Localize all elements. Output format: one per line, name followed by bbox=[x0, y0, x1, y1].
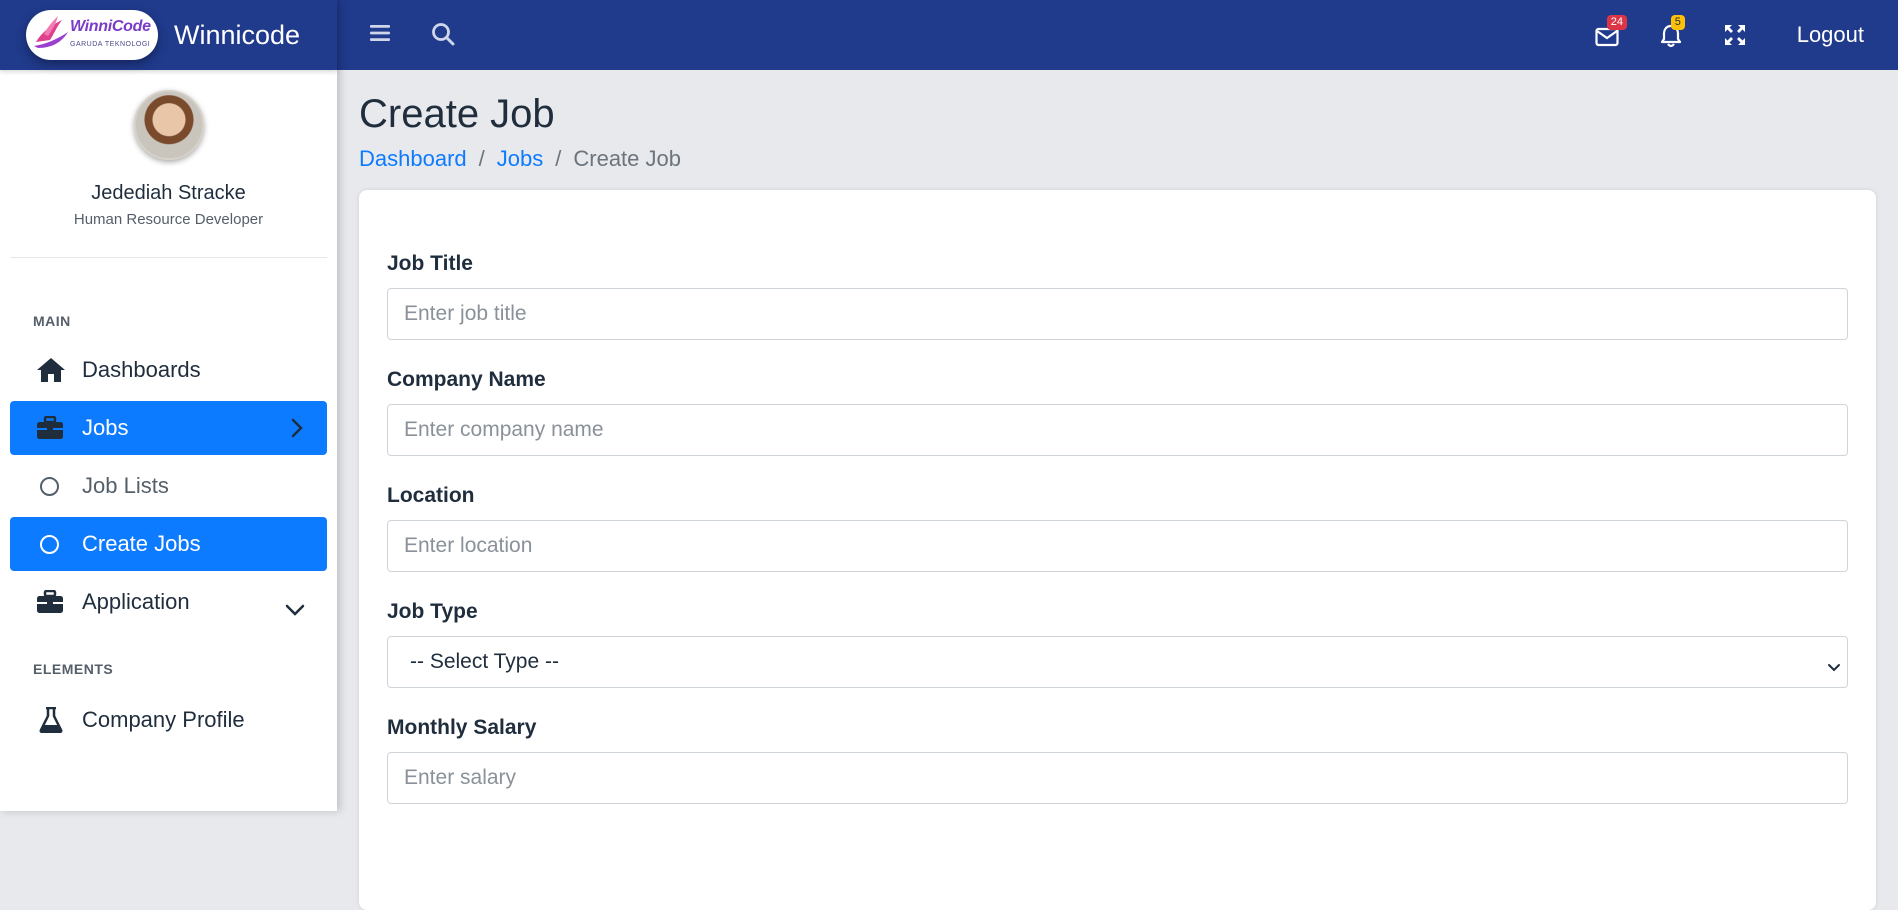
sidebar-item-label: Dashboards bbox=[82, 357, 201, 382]
menu-toggle-button[interactable] bbox=[369, 22, 391, 44]
company-name-group: Company Name bbox=[387, 366, 1848, 456]
circle-icon bbox=[40, 476, 59, 496]
briefcase-icon bbox=[36, 416, 68, 440]
sidebar-item-application[interactable]: Application bbox=[10, 575, 327, 629]
breadcrumb-jobs-link[interactable]: Jobs bbox=[497, 146, 543, 172]
expand-arrows-icon bbox=[1724, 25, 1745, 45]
envelope-icon bbox=[1595, 27, 1619, 47]
home-icon bbox=[36, 357, 68, 383]
flask-icon bbox=[36, 707, 68, 733]
sidebar-item-label: Job Lists bbox=[82, 473, 169, 498]
messages-button[interactable]: 24 bbox=[1595, 15, 1627, 47]
navbar-right: 24 5 Logout bbox=[1595, 0, 1898, 70]
chevron-down-icon bbox=[1827, 655, 1841, 679]
create-job-card: Job Title Company Name Location Job Type… bbox=[359, 190, 1876, 910]
sidebar-item-create-jobs[interactable]: Create Jobs bbox=[10, 517, 327, 571]
sidebar-item-label: Application bbox=[82, 589, 190, 614]
sidebar: WinniCode GARUDA TEKNOLOGI Winnicode Jed… bbox=[0, 0, 337, 811]
main-content: Create Job Dashboard / Jobs / Create Job… bbox=[337, 70, 1898, 910]
company-name-label: Company Name bbox=[387, 368, 546, 391]
create-job-form: Job Title Company Name Location Job Type… bbox=[387, 250, 1848, 804]
sidebar-item-jobs[interactable]: Jobs bbox=[10, 401, 327, 455]
location-group: Location bbox=[387, 482, 1848, 572]
job-title-group: Job Title bbox=[387, 250, 1848, 340]
circle-icon bbox=[40, 534, 59, 554]
page-title: Create Job bbox=[359, 92, 555, 136]
job-type-label: Job Type bbox=[387, 600, 478, 623]
search-button[interactable] bbox=[431, 22, 455, 46]
breadcrumb: Dashboard / Jobs / Create Job bbox=[359, 146, 681, 172]
breadcrumb-dashboard-link[interactable]: Dashboard bbox=[359, 146, 467, 172]
brand-name[interactable]: Winnicode bbox=[174, 20, 300, 51]
job-type-group: Job Type -- Select Type -- bbox=[387, 598, 1848, 688]
job-title-label: Job Title bbox=[387, 252, 473, 275]
user-panel: Jedediah Stracke Human Resource Develope… bbox=[10, 70, 327, 258]
fullscreen-button[interactable] bbox=[1723, 23, 1747, 47]
brand[interactable]: WinniCode GARUDA TEKNOLOGI Winnicode bbox=[0, 0, 337, 70]
logo-tagline: GARUDA TEKNOLOGI bbox=[70, 41, 151, 48]
location-label: Location bbox=[387, 484, 475, 507]
notifications-button[interactable]: 5 bbox=[1659, 15, 1685, 48]
job-type-select[interactable]: -- Select Type -- bbox=[387, 636, 1848, 688]
sidebar-item-label: Jobs bbox=[82, 415, 129, 440]
monthly-salary-input[interactable] bbox=[387, 752, 1848, 804]
job-title-input[interactable] bbox=[387, 288, 1848, 340]
top-navbar: 24 5 Logout bbox=[337, 0, 1898, 70]
breadcrumb-current: Create Job bbox=[573, 146, 681, 171]
logout-link[interactable]: Logout bbox=[1797, 22, 1864, 48]
avatar[interactable] bbox=[133, 90, 204, 160]
breadcrumb-separator: / bbox=[555, 146, 562, 171]
sidebar-item-dashboards[interactable]: Dashboards bbox=[10, 343, 327, 397]
job-type-selected-value: -- Select Type -- bbox=[410, 650, 559, 673]
monthly-salary-group: Monthly Salary bbox=[387, 714, 1848, 804]
company-name-input[interactable] bbox=[387, 404, 1848, 456]
messages-count-badge: 24 bbox=[1606, 15, 1627, 30]
sidebar-item-company-profile[interactable]: Company Profile bbox=[10, 693, 327, 747]
search-icon bbox=[432, 23, 455, 46]
briefcase-icon bbox=[36, 590, 68, 614]
user-name[interactable]: Jedediah Stracke bbox=[10, 182, 327, 205]
user-role: Human Resource Developer bbox=[73, 211, 264, 228]
chevron-down-icon bbox=[285, 596, 305, 622]
logo-wordmark: WinniCode bbox=[70, 18, 151, 35]
monthly-salary-label: Monthly Salary bbox=[387, 716, 537, 739]
brand-logo: WinniCode GARUDA TEKNOLOGI bbox=[26, 10, 158, 60]
location-input[interactable] bbox=[387, 520, 1848, 572]
sidebar-item-job-lists[interactable]: Job Lists bbox=[10, 459, 327, 513]
nav-header-elements: ELEMENTS bbox=[33, 661, 114, 677]
logo-bird-icon bbox=[34, 16, 68, 48]
sidebar-item-label: Create Jobs bbox=[82, 531, 201, 556]
sidebar-item-label: Company Profile bbox=[82, 707, 245, 732]
chevron-right-icon bbox=[291, 418, 303, 444]
breadcrumb-separator: / bbox=[478, 146, 485, 171]
hamburger-icon bbox=[370, 25, 390, 41]
notifications-count-badge: 5 bbox=[1670, 15, 1685, 30]
nav-header-main: MAIN bbox=[33, 313, 71, 329]
sidebar-nav: MAIN Dashboards Jobs Job Lists Create Jo… bbox=[0, 311, 337, 747]
